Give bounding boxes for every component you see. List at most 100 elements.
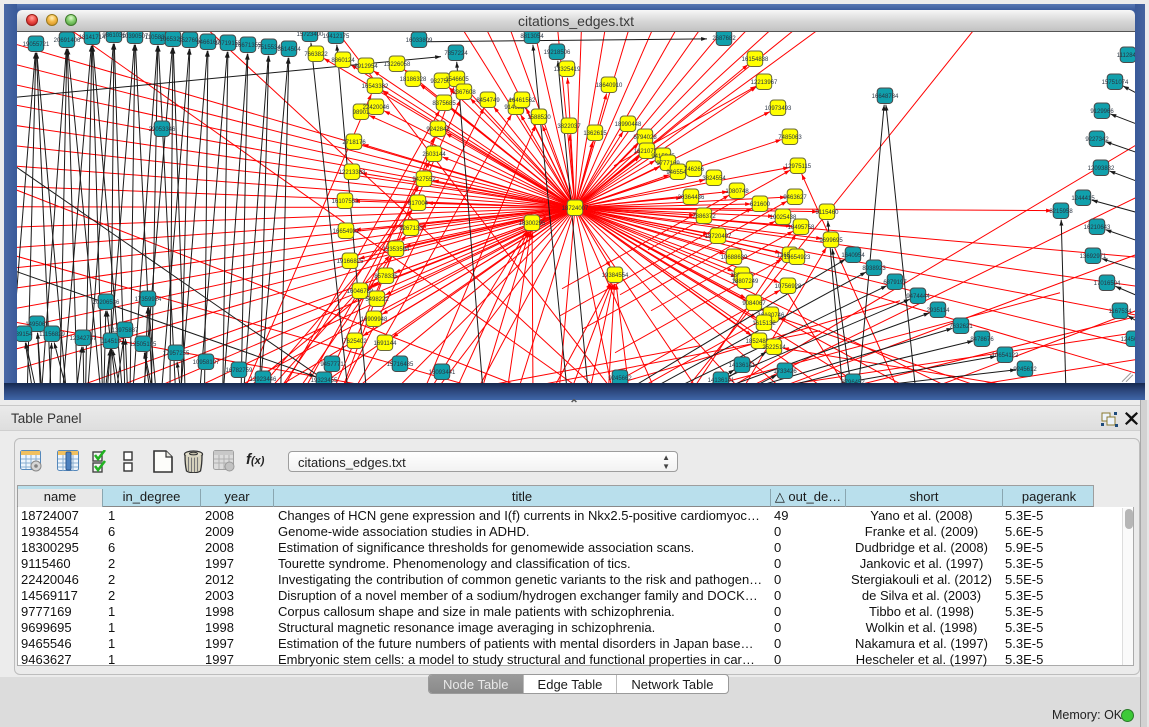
svg-text:12213967: 12213967 [751,80,778,86]
svg-text:1546605: 1546605 [445,77,469,83]
svg-text:10958107: 10958107 [193,360,220,366]
svg-text:8478676: 8478676 [970,337,994,343]
svg-text:1615132: 1615132 [752,321,776,327]
svg-text:13226058: 13226058 [384,62,411,68]
svg-text:6879197: 6879197 [883,280,907,286]
svg-text:1112849: 1112849 [1117,53,1135,59]
svg-text:7485063: 7485063 [778,135,802,141]
svg-text:746266: 746266 [684,167,705,173]
svg-text:6794028: 6794028 [633,135,657,141]
svg-text:1167534: 1167534 [1109,309,1133,315]
svg-text:19055721: 19055721 [23,42,50,48]
svg-text:8215958: 8215958 [1049,209,1073,215]
svg-text:9245662: 9245662 [608,376,632,382]
svg-text:3824554: 3824554 [702,176,726,182]
svg-text:8375685: 8375685 [432,101,456,107]
svg-text:22420046: 22420046 [363,105,390,111]
svg-text:8578335: 8578335 [374,274,398,280]
svg-text:17016504: 17016504 [1094,281,1121,287]
svg-text:15751074: 15751074 [1102,80,1129,86]
svg-text:16093441: 16093441 [429,370,456,376]
svg-text:39154: 39154 [17,332,33,338]
svg-text:1588520: 1588520 [527,115,551,121]
svg-text:18807249: 18807249 [732,279,759,285]
svg-text:1733426: 1733426 [773,369,797,375]
svg-text:9474444: 9474444 [906,294,930,300]
svg-text:7857224: 7857224 [444,51,468,57]
svg-text:16782759: 16782759 [226,368,253,374]
svg-text:2367608: 2367608 [452,90,476,96]
svg-text:7663822: 7663822 [304,52,328,58]
svg-text:18720407: 18720407 [705,234,732,240]
svg-text:16033809: 16033809 [406,38,433,44]
svg-text:12923446: 12923446 [250,377,277,383]
svg-text:18990448: 18990448 [615,122,642,128]
svg-text:14136141: 14136141 [708,378,735,383]
svg-text:13325419: 13325419 [554,67,581,73]
svg-text:29053346: 29053346 [149,127,176,133]
svg-text:19218506: 19218506 [544,50,571,56]
svg-text:19166825: 19166825 [337,259,364,265]
svg-text:9129966: 9129966 [1090,109,1114,115]
svg-text:2603144: 2603144 [422,152,446,158]
svg-text:9227342: 9227342 [1085,137,1109,143]
svg-text:8813054: 8813054 [520,34,544,40]
svg-text:1640954: 1640954 [841,253,865,259]
svg-text:8860124: 8860124 [331,58,355,64]
svg-text:16154838: 16154838 [742,57,769,63]
svg-text:8796452: 8796452 [841,380,865,383]
svg-text:16461562: 16461562 [509,98,536,104]
svg-text:8912954: 8912954 [354,64,378,70]
svg-text:12213383: 12213383 [339,170,366,176]
svg-text:8938923: 8938923 [862,266,886,272]
svg-text:12975115: 12975115 [785,164,812,170]
svg-text:18300295: 18300295 [519,221,546,227]
svg-text:13975887: 13975887 [112,328,139,334]
svg-text:20691406: 20691406 [54,38,81,44]
svg-text:1080748: 1080748 [725,189,749,195]
svg-text:10973493: 10973493 [765,106,792,112]
svg-text:5498222: 5498222 [365,297,389,303]
svg-text:9245612: 9245612 [1013,367,1037,373]
svg-text:817004: 817004 [408,201,429,207]
svg-text:10025438: 10025438 [770,215,797,221]
svg-text:17957255: 17957255 [163,351,190,357]
svg-text:18495758: 18495758 [788,225,815,231]
svg-text:16543382: 16543382 [362,84,389,90]
svg-text:12505195: 12505195 [130,342,157,348]
svg-text:11156829: 11156829 [39,332,65,338]
svg-text:2522514: 2522514 [762,345,786,351]
svg-text:3822037: 3822037 [557,124,581,130]
svg-text:8267130: 8267130 [399,226,423,232]
svg-text:18640910: 18640910 [596,83,623,89]
svg-text:19384554: 19384554 [602,273,629,279]
svg-text:19654923: 19654923 [784,255,811,261]
svg-text:15716485: 15716485 [387,362,414,368]
svg-text:16648784: 16648784 [872,94,899,100]
svg-text:16107553: 16107553 [332,199,359,205]
svg-text:19323455: 19323455 [311,378,338,383]
svg-text:17359924: 17359924 [135,297,162,303]
svg-text:7886372: 7886372 [692,214,716,220]
svg-text:8454749: 8454749 [476,98,500,104]
svg-text:10688639: 10688639 [721,255,748,261]
svg-text:16210643: 16210643 [1084,225,1111,231]
svg-text:9242843: 9242843 [426,127,450,133]
svg-text:18724007: 18724007 [562,206,589,212]
svg-text:8614504: 8614504 [277,47,301,53]
svg-text:12093832: 12093832 [1088,166,1115,172]
svg-text:16654932: 16654932 [333,229,360,235]
svg-text:7625402: 7625402 [343,339,367,345]
svg-text:15723400: 15723400 [297,32,324,38]
svg-text:2718176: 2718176 [342,140,366,146]
svg-text:10654122: 10654122 [992,353,1019,359]
svg-text:9427552: 9427552 [412,177,436,183]
svg-text:20206536: 20206536 [93,300,120,306]
svg-text:13692971: 13692971 [1080,254,1107,260]
svg-text:9463627: 9463627 [783,195,807,201]
svg-text:14136141: 14136141 [729,363,756,369]
svg-text:9699695: 9699695 [819,238,843,244]
svg-text:18186328: 18186328 [400,77,427,83]
svg-text:9084067: 9084067 [742,301,766,307]
svg-text:19412175: 19412175 [323,34,350,40]
